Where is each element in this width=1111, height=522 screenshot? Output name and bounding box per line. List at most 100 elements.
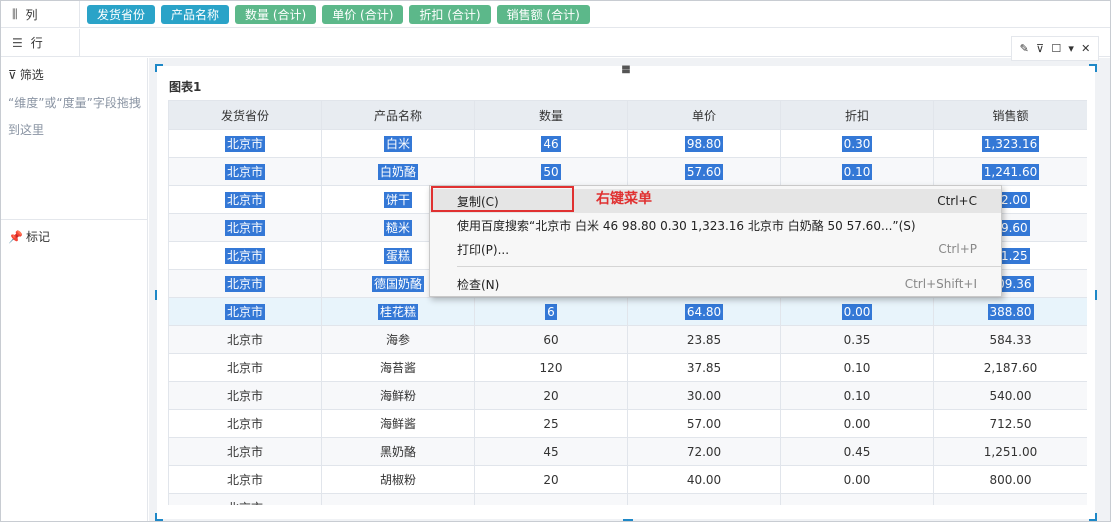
cell-text: 黑奶酪 [379, 445, 416, 459]
table-cell: 北京市 [168, 129, 322, 158]
column-header[interactable]: 单价 [627, 100, 781, 130]
cell-text: 30.00 [686, 388, 722, 403]
table-cell: 20 [474, 465, 628, 494]
close-icon[interactable]: ✕ [1081, 42, 1090, 55]
columns-icon: ⫼ [12, 6, 18, 21]
column-shelf: ⫼ 列 发货省份 产品名称 数量 (合计) 单价 (合计) 折扣 (合计) 销售额 (合计… [0, 0, 1111, 28]
cell-text: 60 [543, 332, 559, 347]
filter-header[interactable]: ⊽ 筛选 [8, 66, 44, 83]
cell-text: 北京市 [226, 445, 263, 459]
cell-text: 0.00 [843, 472, 871, 487]
column-header[interactable]: 数量 [474, 100, 628, 130]
resize-corner[interactable] [1089, 513, 1097, 521]
edit-icon[interactable]: ✎ [1020, 42, 1029, 55]
cell-text: 北京市 [224, 220, 265, 236]
caret-down-icon[interactable]: ▾ [1068, 42, 1074, 55]
table-cell: 海鲜酱 [321, 409, 475, 438]
cell-text: 50 [541, 163, 561, 180]
table-row[interactable]: 北京市 海鲜酱 25 57.00 0.00 712.50 [168, 409, 1087, 438]
cell-text: 北京市 [224, 164, 265, 180]
menu-item-inspect[interactable]: 检查(N) Ctrl+Shift+I [430, 272, 1001, 296]
filter-drop-zone[interactable]: “维度”或“度量”字段拖拽到这里 [8, 90, 142, 144]
cell-text: 北京市 [224, 276, 265, 292]
cell-text: 北京市 [224, 136, 265, 152]
menu-item-print[interactable]: 打印(P)... Ctrl+P [430, 237, 1001, 261]
resize-corner[interactable] [155, 64, 163, 72]
cell-text: 0.10 [843, 388, 871, 403]
field-chip[interactable]: 单价 (合计) [322, 4, 404, 24]
resize-handle-bottom[interactable] [623, 519, 633, 521]
table-cell: 北京市 [168, 241, 322, 270]
table-cell: 23.85 [627, 325, 781, 354]
table-cell: 98.80 [627, 129, 781, 158]
mark-header[interactable]: 📌 标记 [8, 228, 50, 245]
cell-text: 40.00 [686, 472, 722, 487]
annotation-label: 右键菜单 [596, 191, 652, 207]
table-cell: 北京市 [168, 353, 322, 382]
cell-text: 北京市 [224, 304, 265, 320]
column-header[interactable]: 产品名称 [321, 100, 475, 130]
table-row[interactable]: 北京市 海鲜粉 20 30.00 0.10 540.00 [168, 381, 1087, 410]
table-cell [627, 493, 781, 505]
table-cell: 37.85 [627, 353, 781, 382]
cell-text: 20 [543, 472, 559, 487]
table-row[interactable]: 北京市 黑奶酪 45 72.00 0.45 1,251.00 [168, 437, 1087, 466]
cell-text: 桂花糕 [377, 304, 418, 320]
field-chip[interactable]: 销售额 (合计) [496, 4, 590, 24]
cell-text: 1,323.16 [981, 135, 1040, 152]
cell-text: 海苔酱 [379, 361, 416, 375]
table-row[interactable]: 北京市 海苔酱 120 37.85 0.10 2,187.60 [168, 353, 1087, 382]
table-cell: 60 [474, 325, 628, 354]
table-cell: 64.80 [627, 297, 781, 326]
table-cell: 120 [474, 353, 628, 382]
cell-text: 23.85 [686, 332, 722, 347]
table-row[interactable]: 北京市 桂花糕 6 64.80 0.00 388.80 [168, 297, 1087, 326]
resize-corner[interactable] [155, 513, 163, 521]
cell-text: 25 [543, 416, 559, 431]
table-cell: 北京市 [168, 297, 322, 326]
filter-icon[interactable]: ⊽ [1036, 42, 1044, 55]
table-row[interactable]: 北京市 白奶酪 50 57.60 0.10 1,241.60 [168, 157, 1087, 186]
table-cell: 1,241.60 [933, 157, 1087, 186]
resize-handle-left[interactable] [155, 290, 157, 300]
table-cell: 胡椒粉 [321, 465, 475, 494]
cell-text: 北京市 [226, 361, 263, 375]
maximize-icon[interactable]: ☐ [1051, 42, 1061, 55]
cell-text: 0.00 [841, 303, 873, 320]
menu-divider [457, 266, 1001, 267]
cell-text: 6 [545, 303, 557, 320]
table-cell: 北京市 [168, 213, 322, 242]
column-header[interactable]: 销售额 [933, 100, 1087, 130]
field-chip[interactable]: 数量 (合计) [235, 4, 317, 24]
field-chip[interactable]: 折扣 (合计) [409, 4, 491, 24]
resize-handle-right[interactable] [1095, 290, 1097, 300]
cell-text: 388.80 [987, 303, 1034, 320]
menu-item-search[interactable]: 使用百度搜索“北京市 白米 46 98.80 0.30 1,323.16 北京市… [430, 213, 1001, 237]
table-row[interactable]: 北京市 胡椒粉 20 40.00 0.00 800.00 [168, 465, 1087, 494]
left-panel: ⊽ 筛选 “维度”或“度量”字段拖拽到这里 📌 标记 [0, 58, 148, 522]
table-cell: 25 [474, 409, 628, 438]
table-cell: 40.00 [627, 465, 781, 494]
column-header[interactable]: 发货省份 [168, 100, 322, 130]
table-cell: 50 [474, 157, 628, 186]
table-row[interactable]: 北京市 海参 60 23.85 0.35 584.33 [168, 325, 1087, 354]
table-cell: 0.10 [780, 353, 934, 382]
field-chip[interactable]: 产品名称 [161, 4, 230, 24]
table-cell: 白奶酪 [321, 157, 475, 186]
field-chip[interactable]: 发货省份 [87, 4, 156, 24]
cell-text: 饼干 [383, 192, 412, 208]
drag-grip-icon[interactable]: ▬ ▬ [620, 63, 632, 77]
row-shelf: ☰ 行 [0, 29, 1111, 57]
table-cell: 桂花糕 [321, 297, 475, 326]
cell-text: 北京市 [226, 333, 263, 347]
cell-text: 20 [543, 388, 559, 403]
table-cell: 584.33 [933, 325, 1087, 354]
table-row[interactable]: 北京市 [168, 493, 1087, 505]
table-cell: 0.10 [780, 381, 934, 410]
resize-corner[interactable] [1089, 64, 1097, 72]
cell-text: 46 [541, 135, 561, 152]
cell-text: 57.00 [686, 416, 722, 431]
cell-text: 海鲜酱 [379, 417, 416, 431]
table-row[interactable]: 北京市 白米 46 98.80 0.30 1,323.16 [168, 129, 1087, 158]
column-header[interactable]: 折扣 [780, 100, 934, 130]
